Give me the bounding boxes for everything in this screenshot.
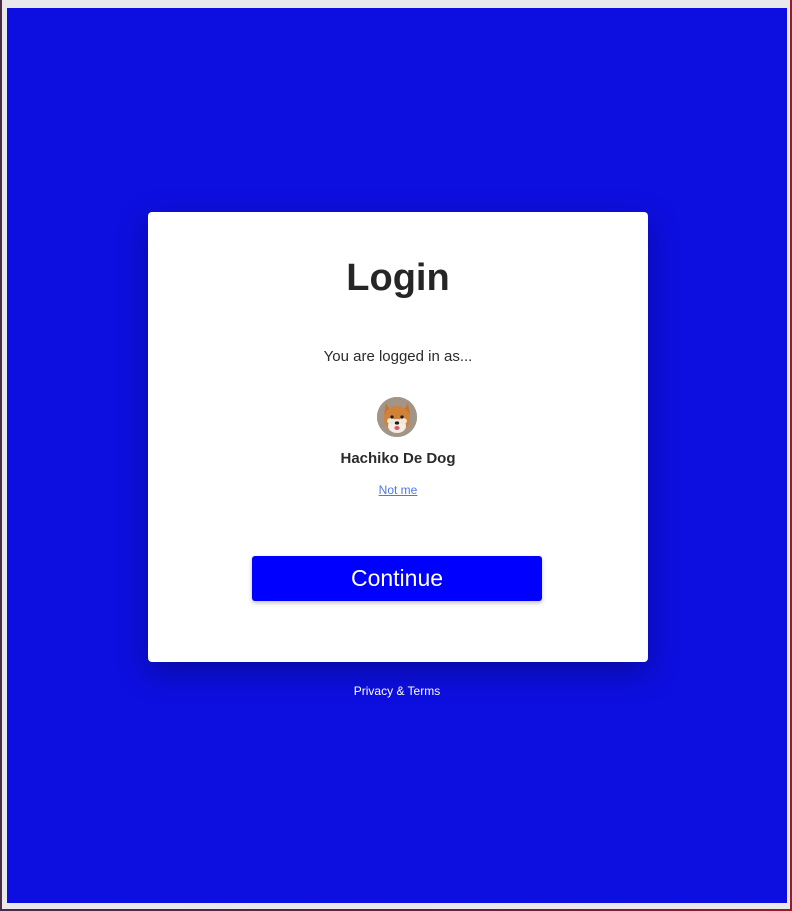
- logged-in-as-text: You are logged in as...: [323, 348, 473, 365]
- login-card: Login You are logged in as... Hachiko De…: [148, 212, 648, 662]
- not-me-link[interactable]: Not me: [379, 483, 418, 497]
- browser-window: Login You are logged in as... Hachiko De…: [2, 0, 790, 909]
- user-name: Hachiko De Dog: [340, 450, 456, 467]
- privacy-terms-link[interactable]: Privacy & Terms: [354, 684, 440, 698]
- shiba-dog-avatar-icon: [377, 397, 417, 437]
- avatar: [377, 397, 417, 437]
- page-title: Login: [346, 257, 450, 299]
- not-me-container: Not me: [148, 483, 648, 497]
- page-viewport: Login You are logged in as... Hachiko De…: [7, 8, 787, 903]
- continue-button[interactable]: Continue: [252, 556, 542, 601]
- footer: Privacy & Terms: [7, 684, 787, 698]
